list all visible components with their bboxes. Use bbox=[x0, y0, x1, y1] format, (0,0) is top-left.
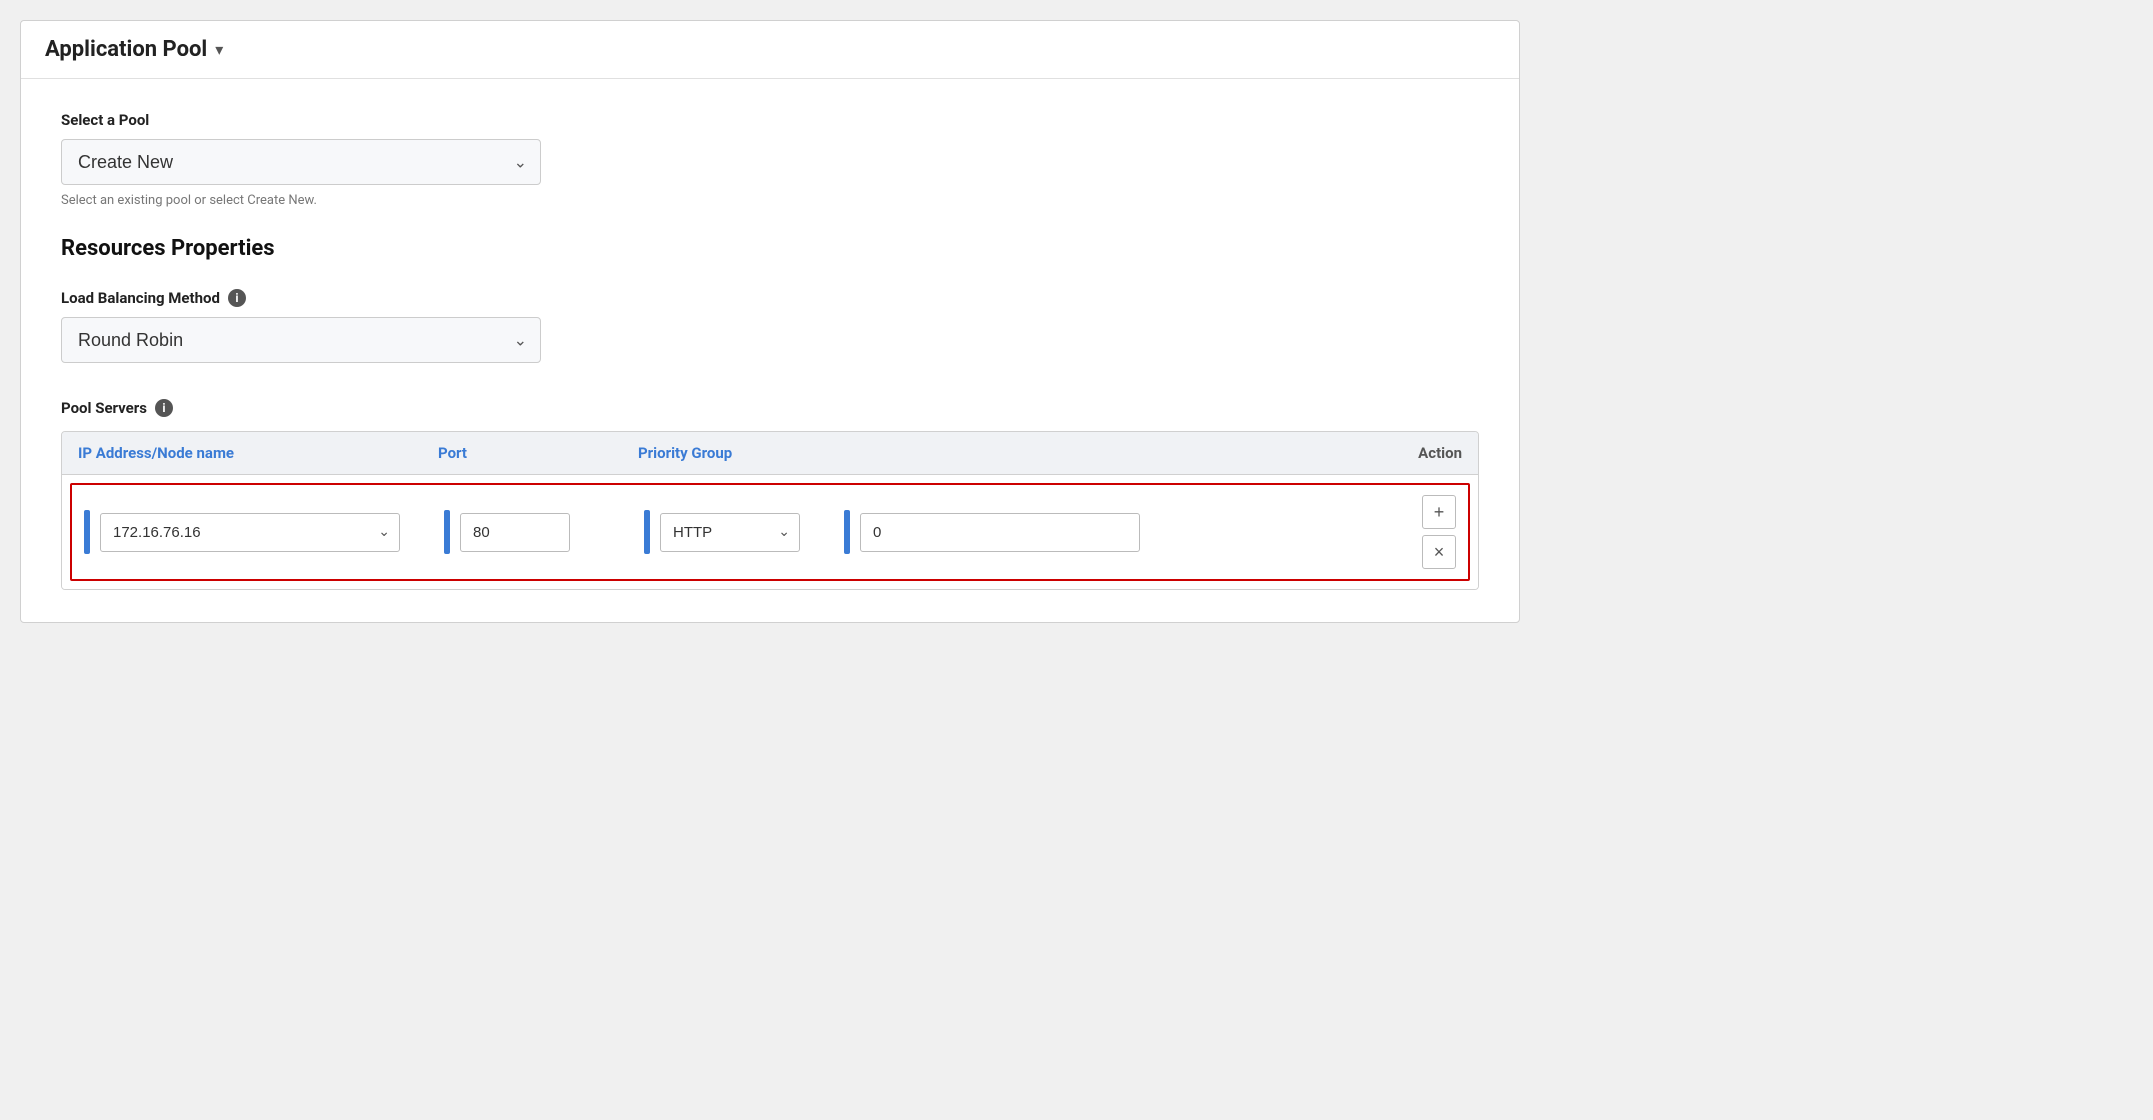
th-priority: Priority Group bbox=[638, 444, 1382, 462]
load-balancing-info-icon: i bbox=[228, 289, 246, 307]
select-pool-label: Select a Pool bbox=[61, 111, 1479, 129]
table-row: 172.16.76.16 ⌄ bbox=[70, 483, 1470, 581]
protocol-blue-bar bbox=[644, 510, 650, 554]
protocol-select[interactable]: HTTP bbox=[660, 513, 800, 552]
ip-blue-bar bbox=[84, 510, 90, 554]
select-pool-section: Select a Pool Create New ⌄ Select an exi… bbox=[61, 111, 1479, 208]
page-container: Application Pool ▾ Select a Pool Create … bbox=[0, 0, 2153, 1120]
cell-priority bbox=[844, 510, 1376, 554]
th-port: Port bbox=[438, 444, 638, 462]
protocol-select-wrapper: HTTP ⌄ bbox=[660, 513, 800, 552]
cell-ip: 172.16.76.16 ⌄ bbox=[84, 510, 444, 554]
add-row-button[interactable]: + bbox=[1422, 495, 1456, 529]
th-ip: IP Address/Node name bbox=[78, 444, 438, 462]
port-input[interactable] bbox=[460, 513, 570, 552]
load-balancing-label: Load Balancing Method bbox=[61, 289, 220, 307]
priority-input-wrapper bbox=[860, 513, 1140, 552]
select-pool-dropdown[interactable]: Create New bbox=[61, 139, 541, 185]
cell-port bbox=[444, 510, 644, 554]
priority-blue-bar bbox=[844, 510, 850, 554]
select-pool-wrapper: Create New ⌄ bbox=[61, 139, 541, 185]
priority-input[interactable] bbox=[860, 513, 1140, 552]
application-pool-panel: Application Pool ▾ Select a Pool Create … bbox=[20, 20, 1520, 623]
th-action: Action bbox=[1382, 444, 1462, 462]
resources-section: Resources Properties Load Balancing Meth… bbox=[61, 236, 1479, 363]
port-input-wrapper bbox=[460, 513, 570, 552]
load-balancing-section: Load Balancing Method i Round Robin ⌄ bbox=[61, 289, 1479, 363]
cell-action: + × bbox=[1376, 495, 1456, 569]
select-pool-hint: Select an existing pool or select Create… bbox=[61, 193, 1479, 208]
table-row-wrapper: 172.16.76.16 ⌄ bbox=[62, 475, 1478, 589]
panel-chevron-icon[interactable]: ▾ bbox=[215, 40, 223, 59]
port-blue-bar bbox=[444, 510, 450, 554]
cell-protocol: HTTP ⌄ bbox=[644, 510, 844, 554]
pool-servers-info-icon: i bbox=[155, 399, 173, 417]
load-balancing-wrapper: Round Robin ⌄ bbox=[61, 317, 541, 363]
panel-title: Application Pool bbox=[45, 37, 207, 62]
remove-row-button[interactable]: × bbox=[1422, 535, 1456, 569]
load-balancing-label-row: Load Balancing Method i bbox=[61, 289, 1479, 307]
load-balancing-dropdown[interactable]: Round Robin bbox=[61, 317, 541, 363]
resources-title: Resources Properties bbox=[61, 236, 1479, 261]
ip-address-select[interactable]: 172.16.76.16 bbox=[100, 513, 400, 552]
times-icon: × bbox=[1434, 542, 1445, 563]
pool-servers-label-row: Pool Servers i bbox=[61, 399, 1479, 417]
pool-servers-section: Pool Servers i IP Address/Node name Port… bbox=[61, 399, 1479, 590]
table-body: 172.16.76.16 ⌄ bbox=[62, 475, 1478, 589]
pool-servers-label: Pool Servers bbox=[61, 399, 147, 417]
panel-body: Select a Pool Create New ⌄ Select an exi… bbox=[21, 79, 1519, 622]
plus-icon: + bbox=[1434, 502, 1445, 523]
table-header-row: IP Address/Node name Port Priority Group… bbox=[62, 432, 1478, 475]
panel-header: Application Pool ▾ bbox=[21, 21, 1519, 79]
ip-select-wrapper: 172.16.76.16 ⌄ bbox=[100, 513, 400, 552]
pool-servers-table: IP Address/Node name Port Priority Group… bbox=[61, 431, 1479, 590]
